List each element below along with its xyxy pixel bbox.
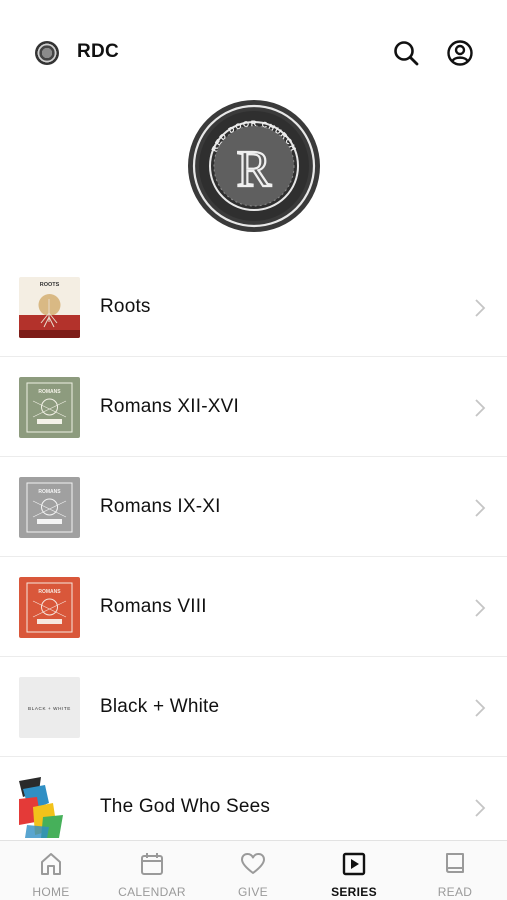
svg-text:ROMANS: ROMANS xyxy=(38,589,61,595)
tab-series[interactable]: SERIES xyxy=(304,841,404,900)
tab-label: SERIES xyxy=(331,885,377,899)
series-title: The God Who Sees xyxy=(100,796,271,817)
heart-icon xyxy=(241,853,265,874)
series-thumbnail: ROOTS xyxy=(19,277,80,338)
tab-home[interactable]: HOME xyxy=(1,841,101,900)
chevron-right-icon xyxy=(475,299,486,317)
chevron-right-icon xyxy=(475,799,486,817)
app-title: RDC xyxy=(77,41,120,62)
play-square-icon xyxy=(342,852,366,876)
series-thumbnail: ROMANS xyxy=(19,377,80,438)
tab-calendar[interactable]: CALENDAR xyxy=(102,841,202,900)
series-row-romans-xii-xvi[interactable]: ROMANS Romans XII-XVI xyxy=(0,357,507,457)
tab-read[interactable]: READ xyxy=(405,841,505,900)
church-logo: RED DOOR CHURCH R xyxy=(186,98,322,234)
series-title: Romans XII-XVI xyxy=(100,396,240,417)
series-list: ROOTS Roots ROMANS Romans XII-XVI ROMANS… xyxy=(0,257,507,857)
tab-give[interactable]: GIVE xyxy=(203,841,303,900)
bottom-tab-bar: HOME CALENDAR GIVE SERIES READ xyxy=(0,840,507,900)
series-title: Romans VIII xyxy=(100,596,207,617)
search-icon xyxy=(394,41,419,66)
svg-text:BLACK + WHITE: BLACK + WHITE xyxy=(28,706,71,711)
series-title: Black + White xyxy=(100,696,220,717)
svg-text:ROMANS: ROMANS xyxy=(38,489,61,495)
tab-label: READ xyxy=(437,885,473,899)
series-row-roots[interactable]: ROOTS Roots xyxy=(0,257,507,357)
tab-label: HOME xyxy=(32,885,70,899)
search-button[interactable] xyxy=(391,38,421,68)
chevron-right-icon xyxy=(475,699,486,717)
book-icon xyxy=(446,853,464,873)
profile-button[interactable] xyxy=(445,38,475,68)
tab-label: CALENDAR xyxy=(118,885,186,899)
svg-text:ROMANS: ROMANS xyxy=(38,389,61,395)
series-thumbnail xyxy=(19,777,80,838)
chevron-right-icon xyxy=(475,599,486,617)
tab-label: GIVE xyxy=(238,885,268,899)
chevron-right-icon xyxy=(475,399,486,417)
series-title: Roots xyxy=(100,296,151,317)
app-logo-icon[interactable] xyxy=(35,41,59,65)
series-thumbnail: BLACK + WHITE xyxy=(19,677,80,738)
series-title: Romans IX-XI xyxy=(100,496,221,517)
status-bar xyxy=(0,0,507,24)
series-row-romans-viii[interactable]: ROMANS Romans VIII xyxy=(0,557,507,657)
series-thumbnail: ROMANS xyxy=(19,477,80,538)
calendar-icon xyxy=(141,853,163,875)
series-row-romans-ix-xi[interactable]: ROMANS Romans IX-XI xyxy=(0,457,507,557)
chevron-right-icon xyxy=(475,499,486,517)
home-icon xyxy=(41,853,61,875)
app-header: RDC xyxy=(0,26,507,78)
series-thumbnail: ROMANS xyxy=(19,577,80,638)
svg-text:ROOTS: ROOTS xyxy=(40,282,60,288)
profile-icon xyxy=(447,40,473,66)
series-row-black-white[interactable]: BLACK + WHITE Black + White xyxy=(0,657,507,757)
church-logo-letter: R xyxy=(237,141,272,198)
